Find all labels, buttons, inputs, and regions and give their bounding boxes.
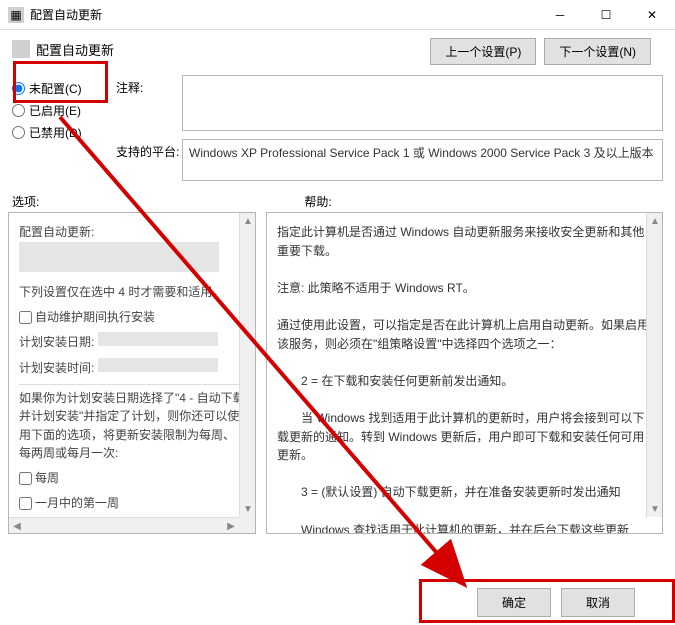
scroll-left-icon[interactable]: ◀ [9, 518, 25, 534]
radio-not-configured-label: 未配置(C) [29, 80, 82, 97]
comment-label: 注释: [116, 75, 182, 131]
radio-disabled[interactable] [12, 126, 25, 139]
chk-weekly[interactable] [19, 472, 32, 485]
page-title: 配置自动更新 [36, 40, 430, 59]
scroll-up-icon[interactable]: ▲ [240, 213, 256, 229]
scroll-up-icon[interactable]: ▲ [647, 213, 663, 229]
cancel-button[interactable]: 取消 [561, 588, 635, 617]
help-p1: 指定此计算机是否通过 Windows 自动更新服务来接收安全更新和其他重要下载。 [277, 223, 652, 260]
scroll-right-icon[interactable]: ▶ [223, 518, 239, 534]
window-title: 配置自动更新 [30, 6, 537, 23]
scrollbar-vertical[interactable]: ▲ ▼ [239, 213, 255, 517]
sched-date-label: 计划安装日期: [19, 335, 94, 349]
radio-enabled[interactable] [12, 104, 25, 117]
help-p2: 注意: 此策略不适用于 Windows RT。 [277, 279, 652, 298]
policy-icon [12, 40, 30, 58]
help-p3: 通过使用此设置，可以指定是否在此计算机上启用自动更新。如果启用该服务，则必须在"… [277, 316, 652, 353]
maximize-button[interactable]: ☐ [583, 0, 629, 29]
scrollbar-vertical[interactable]: ▲ ▼ [646, 213, 662, 517]
help-opt2-desc: 当 Windows 找到适用于此计算机的更新时，用户将会接到可以下载更新的通知。… [277, 409, 652, 465]
chk-maintenance[interactable] [19, 311, 32, 324]
policy-icon: ▦ [8, 7, 24, 23]
help-panel: 指定此计算机是否通过 Windows 自动更新服务来接收安全更新和其他重要下载。… [266, 212, 663, 534]
comment-textarea[interactable] [182, 75, 663, 131]
chk-first-week[interactable] [19, 497, 32, 510]
chk-maintenance-label: 自动维护期间执行安装 [35, 310, 155, 324]
help-opt3-desc: Windows 查找适用于此计算机的更新，并在后台下载这些更新（在此过程中，用户… [277, 521, 652, 534]
minimize-button[interactable]: ─ [537, 0, 583, 29]
options-panel: 配置自动更新: 下列设置仅在选中 4 时才需要和适用。 自动维护期间执行安装 计… [8, 212, 256, 534]
sched-date-combo[interactable] [98, 332, 218, 346]
scroll-down-icon[interactable]: ▼ [240, 501, 256, 517]
next-setting-button[interactable]: 下一个设置(N) [544, 38, 651, 65]
platform-text: Windows XP Professional Service Pack 1 或… [182, 139, 663, 181]
scroll-down-icon[interactable]: ▼ [647, 501, 663, 517]
scrollbar-horizontal[interactable]: ◀ ▶ [9, 517, 239, 533]
options-note: 下列设置仅在选中 4 时才需要和适用。 [19, 283, 245, 302]
options-title: 配置自动更新: [19, 223, 245, 242]
radio-enabled-label: 已启用(E) [29, 102, 81, 119]
ok-button[interactable]: 确定 [477, 588, 551, 617]
sched-time-combo[interactable] [98, 358, 218, 372]
help-opt3: 3 = (默认设置) 自动下载更新，并在准备安装更新时发出通知 [277, 483, 652, 502]
prev-setting-button[interactable]: 上一个设置(P) [430, 38, 536, 65]
radio-not-configured[interactable] [12, 82, 25, 95]
chk-weekly-label: 每周 [35, 471, 59, 485]
radio-disabled-label: 已禁用(D) [29, 124, 82, 141]
platform-label: 支持的平台: [116, 139, 182, 181]
chk-first-week-label: 一月中的第一周 [35, 496, 119, 510]
options-paragraph: 如果你为计划安装日期选择了"4 - 自动下载并计划安装"并指定了计划，则你还可以… [19, 389, 245, 463]
options-label: 选项: [12, 193, 39, 210]
help-label: 帮助: [304, 193, 331, 210]
help-opt2: 2 = 在下载和安装任何更新前发出通知。 [277, 372, 652, 391]
combo-placeholder[interactable] [19, 242, 219, 272]
close-button[interactable]: ✕ [629, 0, 675, 29]
sched-time-label: 计划安装时间: [19, 361, 94, 375]
